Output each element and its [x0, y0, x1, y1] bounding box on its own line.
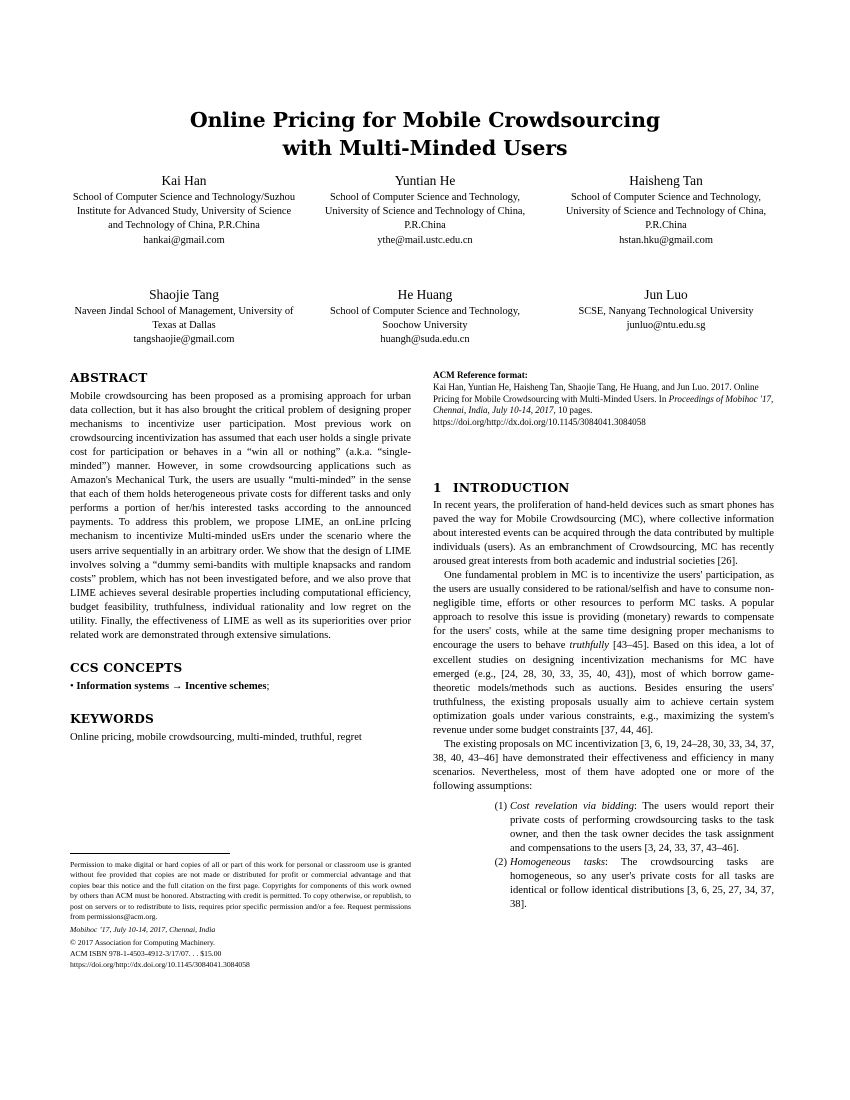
author-affiliation: SCSE, Nanyang Technological University	[578, 306, 754, 317]
author-block: He Huang School of Computer Science and …	[311, 286, 539, 348]
section-title: INTRODUCTION	[453, 480, 570, 495]
assumption-title: Cost revelation via bidding	[510, 800, 634, 812]
author-name: Yuntian He	[394, 173, 456, 188]
ccs-trailing: ;	[266, 680, 270, 692]
intro-p2-part-b: [43–45]. Based on this idea, a lot of ex…	[433, 640, 774, 736]
left-column: ABSTRACT Mobile crowdsourcing has been p…	[70, 370, 411, 745]
doi-link[interactable]: https://doi.org/http://dx.doi.org/10.114…	[70, 960, 411, 971]
author-block: Haisheng Tan School of Computer Science …	[552, 172, 780, 248]
list-marker: (1)	[494, 800, 507, 812]
author-name: Haisheng Tan	[629, 173, 703, 188]
author-block: Jun Luo SCSE, Nanyang Technological Univ…	[552, 286, 780, 348]
acm-reference-format: ACM Reference format: Kai Han, Yuntian H…	[433, 370, 774, 429]
author-affiliation: School of Computer Science and Technolog…	[72, 192, 296, 232]
author-email: junluo@ntu.edu.sg	[626, 320, 706, 332]
author-block: Shaojie Tang Naveen Jindal School of Man…	[70, 286, 298, 348]
author-email: tangshaojie@gmail.com	[133, 334, 235, 346]
footnote-divider	[70, 853, 230, 854]
author-block: Yuntian He School of Computer Science an…	[311, 172, 539, 248]
list-item: (2) Homogeneous tasks: The crowdsourcing …	[433, 856, 774, 912]
abstract-text: Mobile crowdsourcing has been proposed a…	[70, 391, 411, 641]
ccs-arrow-icon: →	[171, 680, 183, 692]
author-name: He Huang	[397, 287, 453, 302]
ccs-term-primary: Information systems	[76, 680, 170, 692]
keywords-text: Online pricing, mobile crowdsourcing, mu…	[70, 731, 362, 743]
author-name: Shaojie Tang	[149, 287, 219, 302]
intro-paragraph-1: In recent years, the proliferation of ha…	[433, 499, 774, 568]
ccs-concepts-line: • Information systems → Incentive scheme…	[70, 680, 411, 694]
permission-statement: Permission to make digital or hard copie…	[70, 860, 411, 922]
author-block: Kai Han School of Computer Science and T…	[70, 172, 298, 248]
assumption-title: Homogeneous tasks	[510, 857, 605, 869]
paper-page: Online Pricing for Mobile Crowdsourcing …	[0, 0, 850, 1100]
list-marker: (2)	[494, 857, 507, 869]
ccs-term-secondary: Incentive schemes	[184, 680, 267, 692]
introduction-section: 1 INTRODUCTION In recent years, the proli…	[433, 480, 774, 912]
author-affiliation: Naveen Jindal School of Management, Univ…	[74, 306, 294, 332]
author-email: hstan.hku@gmail.com	[619, 234, 713, 246]
section-number: 1	[433, 480, 442, 495]
intro-paragraph-2: One fundamental problem in MC is to ince…	[433, 569, 774, 738]
author-row-2: Shaojie Tang Naveen Jindal School of Man…	[70, 286, 780, 348]
author-email: hankai@gmail.com	[143, 234, 225, 246]
introduction-heading: 1 INTRODUCTION	[433, 480, 774, 496]
keywords-heading: KEYWORDS	[70, 711, 154, 726]
acm-reference-doi[interactable]: https://doi.org/http://dx.doi.org/10.114…	[433, 417, 646, 427]
copyright-footnote: Permission to make digital or hard copie…	[70, 853, 411, 971]
author-email: huangh@suda.edu.cn	[380, 334, 470, 346]
author-email: ythe@mail.ustc.edu.cn	[377, 234, 473, 246]
ccs-bullet: •	[70, 680, 74, 692]
list-item: (1) Cost revelation via bidding: The user…	[433, 800, 774, 856]
isbn-line: ACM ISBN 978-1-4503-4912-3/17/07. . . $1…	[70, 949, 222, 959]
abstract-heading: ABSTRACT	[70, 371, 148, 385]
author-affiliation: School of Computer Science and Technolog…	[329, 306, 520, 332]
author-affiliation: School of Computer Science and Technolog…	[324, 192, 526, 232]
right-column: ACM Reference format: Kai Han, Yuntian H…	[433, 370, 774, 912]
author-row-1: Kai Han School of Computer Science and T…	[70, 172, 780, 248]
intro-paragraph-3: The existing proposals on MC incentiviza…	[433, 738, 774, 792]
ccs-heading: CCS CONCEPTS	[70, 660, 183, 675]
copyright-line: © 2017 Association for Computing Machine…	[70, 938, 215, 948]
acm-reference-heading: ACM Reference format:	[433, 370, 528, 380]
conference-line: Mobihoc ’17, July 10-14, 2017, Chennai, …	[70, 925, 216, 935]
author-name: Kai Han	[161, 173, 207, 188]
acm-reference-text-2: 10 pages.	[555, 405, 593, 416]
author-affiliation: School of Computer Science and Technolog…	[565, 192, 767, 232]
page-title: Online Pricing for Mobile Crowdsourcing …	[70, 106, 780, 162]
author-name: Jun Luo	[644, 287, 688, 302]
assumptions-list: (1) Cost revelation via bidding: The user…	[433, 800, 774, 912]
title-line-2: with Multi-Minded Users	[282, 136, 568, 160]
title-line-1: Online Pricing for Mobile Crowdsourcing	[189, 108, 661, 132]
intro-p2-emphasis: truthfully	[569, 640, 609, 652]
